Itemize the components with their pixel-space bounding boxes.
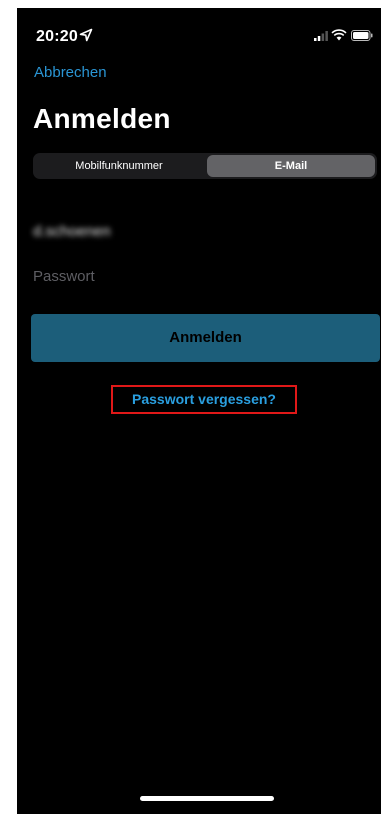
signal-icon (314, 31, 328, 41)
home-indicator[interactable] (140, 796, 274, 801)
cancel-button[interactable]: Abbrechen (34, 64, 107, 81)
password-field[interactable]: Passwort (33, 268, 377, 290)
wifi-icon (331, 29, 347, 41)
battery-icon (351, 30, 373, 41)
login-button[interactable]: Anmelden (31, 314, 380, 362)
segment-email[interactable]: E-Mail (207, 155, 375, 177)
status-time: 20:20 (36, 28, 78, 45)
forgot-password-link[interactable]: Passwort vergessen? (111, 385, 297, 414)
phone-screen: 20:20 Abbrechen Anmelden Mobilfunknummer… (17, 8, 381, 814)
login-method-segmented-control: Mobilfunknummer E-Mail (33, 153, 377, 179)
location-arrow-icon (79, 28, 93, 42)
email-field[interactable]: d.schoenen (33, 223, 377, 245)
page-title: Anmelden (33, 103, 171, 134)
segment-mobile-number[interactable]: Mobilfunknummer (35, 155, 203, 177)
status-bar: 20:20 (17, 8, 381, 54)
